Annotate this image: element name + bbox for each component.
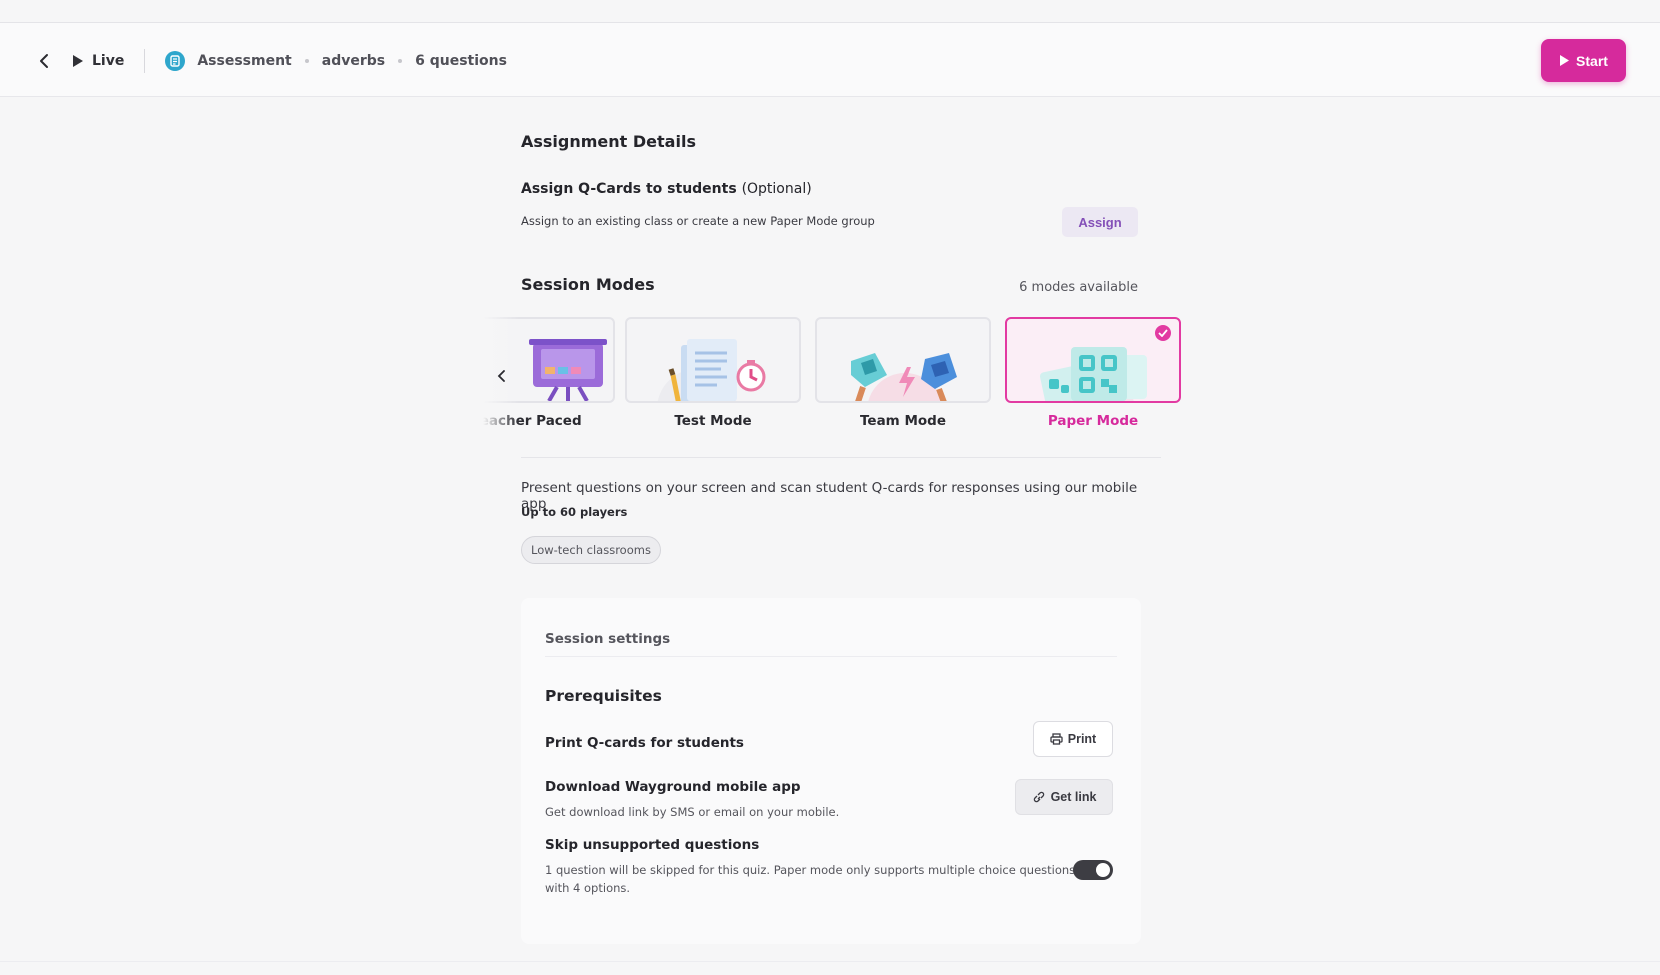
skip-unsupported-description-line2: with 4 options. — [545, 881, 631, 895]
mode-label-test-mode: Test Mode — [674, 413, 752, 429]
toggle-knob — [1096, 863, 1110, 877]
selected-check-icon — [1155, 325, 1171, 341]
session-settings-panel: Session settings Prerequisites Print Q-c… — [521, 598, 1141, 944]
optional-label: (Optional) — [741, 181, 812, 197]
get-link-label: Get link — [1050, 790, 1097, 804]
skip-unsupported-title: Skip unsupported questions — [545, 837, 760, 853]
assign-qcards-title-text: Assign Q-Cards to students — [521, 181, 737, 197]
print-label: Print — [1067, 732, 1097, 746]
prerequisites-heading: Prerequisites — [545, 687, 662, 705]
page-bottom-divider — [0, 961, 1660, 962]
session-settings-title: Session settings — [545, 631, 671, 647]
skip-unsupported-description-line1: 1 question will be skipped for this quiz… — [545, 863, 1076, 877]
assign-qcards-title: Assign Q-Cards to students (Optional) — [521, 181, 812, 197]
start-label: Start — [1576, 52, 1608, 69]
print-button[interactable]: Print — [1033, 721, 1113, 757]
mode-label-teacher-paced: Teacher Paced — [479, 413, 582, 429]
play-icon — [1560, 55, 1570, 66]
divider — [521, 457, 1161, 458]
download-app-title: Download Wayground mobile app — [545, 779, 801, 795]
session-modes-heading: Session Modes — [521, 275, 655, 294]
play-icon — [73, 54, 83, 67]
get-link-button[interactable]: Get link — [1015, 779, 1113, 815]
divider — [545, 656, 1117, 657]
top-bar-left: Live Assessment adverbs 6 questions — [34, 23, 507, 98]
mode-card-test-mode[interactable] — [625, 317, 801, 403]
breadcrumb-quiz-name: adverbs — [321, 52, 386, 69]
link-icon — [1033, 791, 1044, 803]
breadcrumb-separator — [304, 58, 309, 63]
breadcrumb-question-count: 6 questions — [415, 52, 507, 69]
assessment-icon — [165, 50, 186, 71]
breadcrumb-separator — [398, 58, 403, 63]
modes-available-count: 6 modes available — [1019, 280, 1138, 295]
live-indicator[interactable]: Live — [72, 53, 124, 69]
test-paper-timer-icon — [657, 339, 766, 401]
divider — [144, 48, 146, 73]
assignment-details-heading: Assignment Details — [521, 132, 696, 151]
start-button[interactable]: Start — [1541, 39, 1626, 82]
breadcrumb-assessment: Assessment — [197, 52, 292, 69]
top-bar: Live Assessment adverbs 6 questions Star… — [0, 22, 1660, 97]
download-app-description: Get download link by SMS or email on you… — [545, 805, 840, 819]
player-limit: Up to 60 players — [521, 505, 628, 519]
live-label: Live — [92, 52, 125, 69]
skip-unsupported-toggle[interactable] — [1073, 860, 1113, 880]
back-button[interactable] — [34, 51, 54, 71]
mode-label-paper-mode: Paper Mode — [1047, 413, 1139, 429]
assign-qcards-description: Assign to an existing class or create a … — [521, 214, 875, 228]
mode-card-team-mode[interactable] — [815, 317, 991, 403]
assign-button[interactable]: Assign — [1062, 207, 1138, 237]
mode-tag: Low-tech classrooms — [521, 536, 661, 564]
session-modes-carousel: Teacher Paced Test Mode Team Mode Paper … — [479, 317, 1189, 435]
carousel-prev-button[interactable] — [489, 361, 513, 391]
print-qcards-title: Print Q-cards for students — [545, 735, 744, 751]
team-flags-icon — [851, 353, 957, 401]
mode-card-paper-mode[interactable] — [1005, 317, 1181, 403]
printer-icon — [1050, 733, 1063, 745]
chevron-left-icon — [497, 370, 505, 382]
mode-label-team-mode: Team Mode — [860, 413, 946, 429]
chevron-left-icon — [40, 53, 48, 68]
